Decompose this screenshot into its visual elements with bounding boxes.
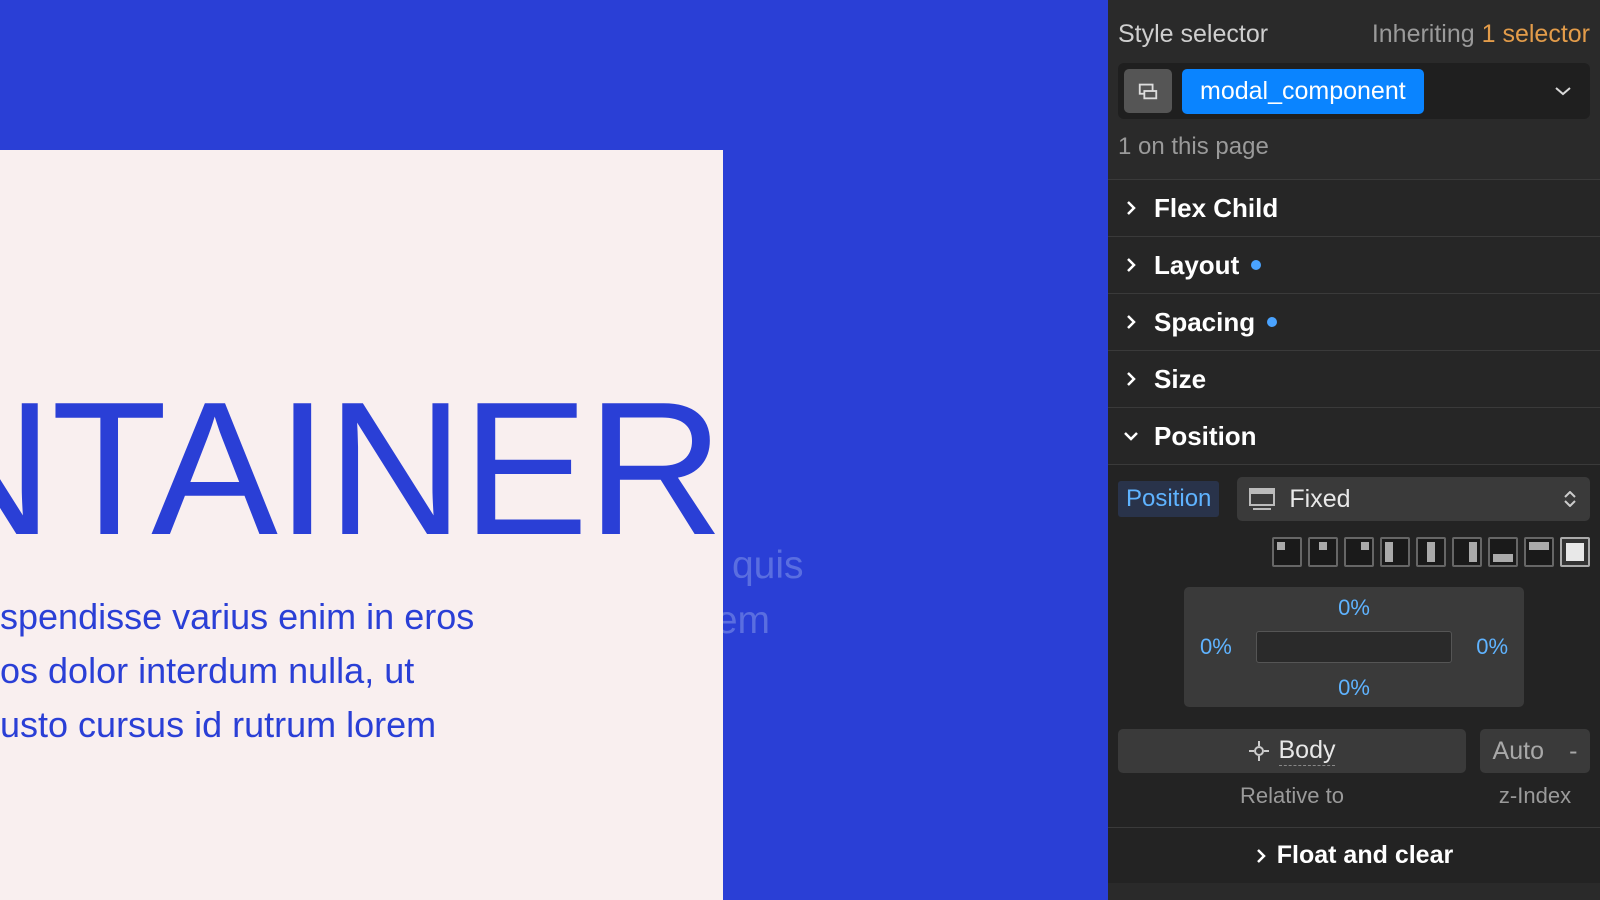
modal-title[interactable]: CONTAINER	[0, 360, 722, 578]
offset-bottom-input[interactable]: 0%	[1338, 675, 1370, 701]
style-selector-block: Style selector Inheriting 1 selector mod…	[1108, 0, 1600, 179]
z-index-value: Auto	[1493, 737, 1544, 766]
z-index-input[interactable]: Auto -	[1480, 729, 1590, 773]
offset-right-input[interactable]: 0%	[1476, 634, 1508, 660]
section-size-label: Size	[1154, 364, 1206, 395]
chevron-right-icon	[1118, 371, 1144, 387]
section-flex-child[interactable]: Flex Child	[1108, 179, 1600, 236]
anchor-preset-top-center[interactable]	[1308, 537, 1338, 567]
crosshair-icon	[1249, 741, 1269, 761]
section-spacing-label: Spacing	[1154, 307, 1255, 338]
anchor-preset-bottom[interactable]	[1488, 537, 1518, 567]
selector-pill-row[interactable]: modal_component	[1118, 63, 1590, 119]
anchor-preset-right[interactable]	[1452, 537, 1482, 567]
element-icon	[1137, 80, 1159, 102]
modified-indicator-icon	[1251, 260, 1261, 270]
relative-to-label: Relative to	[1118, 783, 1466, 809]
position-fixed-icon	[1249, 488, 1275, 510]
style-selector-title: Style selector	[1118, 20, 1268, 49]
position-value-select[interactable]: Fixed	[1237, 477, 1590, 521]
select-stepper-icon	[1564, 491, 1576, 507]
section-layout-label: Layout	[1154, 250, 1239, 281]
chevron-down-icon	[1118, 430, 1144, 442]
position-value-text: Fixed	[1289, 485, 1350, 514]
float-and-clear-label: Float and clear	[1277, 841, 1453, 870]
position-property-label[interactable]: Position	[1118, 481, 1219, 517]
relative-to-value: Body	[1279, 736, 1336, 766]
class-pill[interactable]: modal_component	[1182, 69, 1424, 114]
position-anchor-presets	[1118, 537, 1590, 567]
offset-top-input[interactable]: 0%	[1338, 595, 1370, 621]
inheriting-count: 1 selector	[1482, 20, 1590, 48]
selector-dropdown-button[interactable]	[1542, 85, 1584, 97]
section-position-label: Position	[1154, 421, 1257, 452]
chevron-right-icon	[1118, 200, 1144, 216]
z-index-dash: -	[1569, 737, 1577, 766]
chevron-right-icon	[1118, 257, 1144, 273]
offset-left-input[interactable]: 0%	[1200, 634, 1232, 660]
app-root: mi quis n lorem CONTAINER spendisse vari…	[0, 0, 1600, 900]
position-offset-editor: 0% 0% 0% 0%	[1118, 581, 1590, 713]
modal-body-text[interactable]: spendisse varius enim in eros os dolor i…	[0, 590, 520, 752]
anchor-preset-center[interactable]	[1416, 537, 1446, 567]
section-size[interactable]: Size	[1108, 350, 1600, 407]
section-spacing[interactable]: Spacing	[1108, 293, 1600, 350]
chevron-down-icon	[1554, 85, 1572, 97]
chevron-right-icon	[1118, 314, 1144, 330]
offset-inner-box	[1256, 631, 1452, 663]
position-section-body: Position Fixed	[1108, 464, 1600, 827]
section-layout[interactable]: Layout	[1108, 236, 1600, 293]
relative-to-select[interactable]: Body	[1118, 729, 1466, 773]
inheriting-prefix: Inheriting	[1372, 20, 1482, 48]
selector-page-count[interactable]: 1 on this page	[1108, 119, 1600, 165]
z-index-label: z-Index	[1480, 783, 1590, 809]
anchor-preset-top-right[interactable]	[1344, 537, 1374, 567]
state-selector-button[interactable]	[1124, 69, 1172, 113]
anchor-preset-top[interactable]	[1524, 537, 1554, 567]
anchor-preset-full[interactable]	[1560, 537, 1590, 567]
inheriting-label[interactable]: Inheriting 1 selector	[1372, 20, 1590, 49]
anchor-preset-top-left[interactable]	[1272, 537, 1302, 567]
modal-card[interactable]: CONTAINER spendisse varius enim in eros …	[0, 150, 723, 900]
section-position[interactable]: Position	[1108, 407, 1600, 464]
anchor-preset-left[interactable]	[1380, 537, 1410, 567]
chevron-right-icon	[1255, 848, 1267, 864]
float-and-clear-toggle[interactable]: Float and clear	[1108, 827, 1600, 883]
style-panel: Style selector Inheriting 1 selector mod…	[1108, 0, 1600, 900]
modified-indicator-icon	[1267, 317, 1277, 327]
design-canvas[interactable]: mi quis n lorem CONTAINER spendisse vari…	[0, 0, 1108, 900]
section-flex-child-label: Flex Child	[1154, 193, 1278, 224]
